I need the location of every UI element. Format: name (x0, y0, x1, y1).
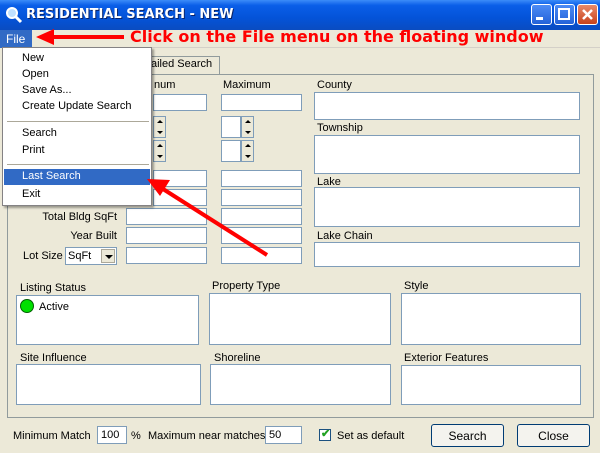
search-icon (6, 7, 23, 24)
minimize-button[interactable] (531, 4, 552, 25)
lot-size-unit-value: SqFt (68, 250, 92, 262)
status-active-icon (20, 299, 34, 313)
lot-size-unit-select[interactable]: SqFt (65, 247, 117, 265)
lot-size-label: Lot Size (23, 250, 63, 262)
township-list[interactable] (314, 135, 580, 174)
row5-max-input[interactable] (221, 189, 302, 206)
set-as-default-label: Set as default (337, 430, 405, 442)
maximize-button[interactable] (554, 4, 575, 25)
row5-min-input[interactable] (153, 189, 207, 206)
minimum-match-value: 100 (101, 429, 120, 441)
percent-label: % (131, 430, 141, 442)
max-near-matches-value: 50 (269, 429, 282, 441)
close-button[interactable]: Close (517, 424, 590, 447)
county-list[interactable] (314, 92, 580, 120)
max-near-matches-label: Maximum near matches (148, 430, 266, 442)
menu-item-create-update-search[interactable]: Create Update Search (4, 99, 150, 115)
county-label: County (317, 79, 352, 91)
annotation-text: Click on the File menu on the floating w… (130, 27, 544, 46)
site-influence-label: Site Influence (20, 352, 87, 364)
year-built-max-input[interactable] (221, 227, 302, 244)
menu-item-print[interactable]: Print (4, 143, 150, 159)
style-label: Style (404, 280, 429, 292)
property-type-label: Property Type (212, 280, 281, 292)
lot-size-max-input[interactable] (221, 247, 302, 264)
exterior-features-list[interactable] (401, 365, 581, 405)
minimum-match-label: Minimum Match (13, 430, 91, 442)
total-bldg-sqft-label: Total Bldg SqFt (42, 211, 117, 223)
menu-item-exit[interactable]: Exit (4, 187, 150, 203)
minimize-icon (536, 17, 543, 20)
max-near-matches-input[interactable]: 50 (265, 426, 302, 444)
minimum-label: num (154, 79, 176, 91)
shoreline-list[interactable] (210, 364, 391, 405)
row2-max-input[interactable] (221, 116, 241, 138)
window-title: RESIDENTIAL SEARCH - NEW (26, 7, 234, 22)
menu-item-search[interactable]: Search (4, 126, 150, 142)
chevron-down-icon (101, 249, 115, 263)
exterior-features-label: Exterior Features (404, 352, 489, 364)
row3-max-input[interactable] (221, 140, 241, 162)
menu-separator (7, 121, 149, 122)
checkmark-icon: ✔ (321, 428, 331, 440)
maximum-label: Maximum (223, 79, 271, 91)
total-bldg-sqft-max-input[interactable] (221, 208, 302, 225)
menu-item-open[interactable]: Open (4, 67, 150, 83)
style-list[interactable] (401, 293, 581, 345)
close-window-button[interactable] (577, 4, 598, 25)
lot-size-min-input[interactable] (126, 247, 207, 264)
township-label: Township (317, 122, 363, 134)
shoreline-label: Shoreline (214, 352, 261, 364)
lake-chain-label: Lake Chain (317, 230, 373, 242)
row3-min-spinner[interactable] (153, 140, 166, 162)
menu-item-new[interactable]: New (4, 51, 150, 67)
close-icon (582, 9, 593, 20)
search-button[interactable]: Search (431, 424, 504, 447)
minimum-match-input[interactable]: 100 (97, 426, 127, 444)
tab-detailed-search[interactable]: ailed Search (146, 56, 220, 75)
row4-max-input[interactable] (221, 170, 302, 187)
row2-max-spinner[interactable] (241, 116, 254, 138)
title-bar: RESIDENTIAL SEARCH - NEW (0, 0, 600, 30)
lake-chain-list[interactable] (314, 242, 580, 267)
row1-min-input[interactable] (153, 94, 207, 111)
tab-detailed-search-label: ailed Search (151, 58, 213, 70)
menu-item-last-search[interactable]: Last Search (4, 169, 150, 185)
listing-status-active[interactable]: Active (39, 301, 69, 313)
menu-separator (7, 164, 149, 165)
year-built-label: Year Built (70, 230, 117, 242)
total-bldg-sqft-min-input[interactable] (126, 208, 207, 225)
property-type-list[interactable] (209, 293, 391, 345)
row4-min-input[interactable] (153, 170, 207, 187)
set-as-default-checkbox[interactable]: ✔ (319, 428, 331, 441)
lake-list[interactable] (314, 187, 580, 227)
file-menu[interactable]: File (0, 30, 32, 48)
row1-max-input[interactable] (221, 94, 302, 111)
row3-max-spinner[interactable] (241, 140, 254, 162)
row2-min-spinner[interactable] (153, 116, 166, 138)
menu-item-save-as[interactable]: Save As... (4, 83, 150, 99)
maximize-icon (558, 8, 570, 20)
file-dropdown-menu: New Open Save As... Create Update Search… (2, 47, 152, 206)
year-built-min-input[interactable] (126, 227, 207, 244)
site-influence-list[interactable] (16, 364, 201, 405)
listing-status-label: Listing Status (20, 282, 87, 294)
